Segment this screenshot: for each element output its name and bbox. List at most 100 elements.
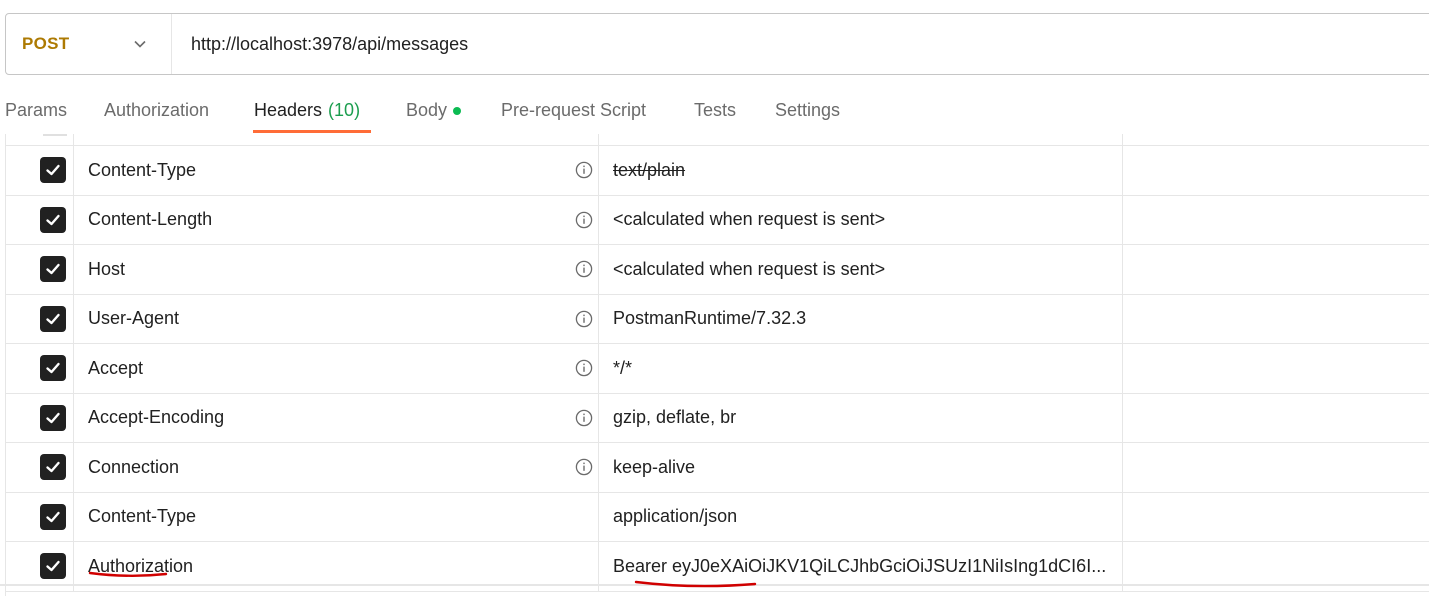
header-key-cell[interactable]: Connection xyxy=(74,443,599,492)
check-icon xyxy=(46,313,60,324)
check-icon xyxy=(46,511,60,522)
annotation-underline-key xyxy=(88,571,168,577)
header-value-cell[interactable]: */* xyxy=(599,344,1123,393)
header-key: Connection xyxy=(88,456,180,477)
header-enabled-checkbox[interactable] xyxy=(40,503,66,530)
info-icon[interactable] xyxy=(575,409,593,427)
request-url-bar: POST http://localhost:3978/api/messages xyxy=(5,13,1429,75)
header-key-cell[interactable]: Content-Type xyxy=(74,492,599,541)
tab-label: Params xyxy=(5,100,68,120)
header-key-cell[interactable]: Accept xyxy=(74,344,599,393)
table-row: Accept-Encoding gzip, deflate, br xyxy=(6,393,1429,443)
header-value: */* xyxy=(613,357,633,378)
info-icon[interactable] xyxy=(575,211,593,229)
tab-label: Pre-request Script xyxy=(501,100,647,120)
check-icon xyxy=(46,264,60,275)
header-value-cell[interactable]: gzip, deflate, br xyxy=(599,393,1123,442)
header-description-cell[interactable] xyxy=(1123,245,1429,294)
tab-tests[interactable]: Tests xyxy=(694,100,736,121)
request-tabs: Params Authorization Headers (10) Body P… xyxy=(0,86,1429,134)
header-key: Content-Length xyxy=(88,209,213,230)
tab-label: Tests xyxy=(694,100,737,120)
header-enabled-checkbox[interactable] xyxy=(40,305,66,332)
table-row: Accept */* xyxy=(6,344,1429,394)
tab-params[interactable]: Params xyxy=(5,100,67,121)
header-description-cell[interactable] xyxy=(1123,344,1429,393)
header-enabled-checkbox[interactable] xyxy=(40,404,66,431)
tab-headers[interactable]: Headers (10) xyxy=(254,100,360,121)
header-key: Accept-Encoding xyxy=(88,407,225,428)
header-enabled-checkbox[interactable] xyxy=(40,206,66,233)
tab-body[interactable]: Body xyxy=(406,100,462,121)
header-key-cell[interactable]: Content-Type xyxy=(74,146,599,195)
header-value-cell[interactable]: PostmanRuntime/7.32.3 xyxy=(599,294,1123,343)
url-input[interactable]: http://localhost:3978/api/messages xyxy=(172,34,468,55)
header-description-cell[interactable] xyxy=(1123,443,1429,492)
table-row: Content-Type application/json xyxy=(6,492,1429,542)
check-icon xyxy=(46,363,60,374)
table-row: Content-Length <calculated when request i… xyxy=(6,195,1429,245)
info-icon[interactable] xyxy=(575,359,593,377)
table-row: Host <calculated when request is sent> xyxy=(6,245,1429,295)
header-value-cell[interactable]: text/plain xyxy=(599,146,1123,195)
header-enabled-checkbox[interactable] xyxy=(40,355,66,382)
header-value: gzip, deflate, br xyxy=(613,407,737,428)
header-value-cell[interactable]: <calculated when request is sent> xyxy=(599,245,1123,294)
table-row: Content-Type text/plain xyxy=(6,146,1429,196)
header-key: Host xyxy=(88,258,126,279)
row-checkbox-cell xyxy=(6,146,74,195)
row-checkbox-cell xyxy=(6,393,74,442)
header-description-cell[interactable] xyxy=(1123,146,1429,195)
tab-label: Settings xyxy=(775,100,841,120)
tab-settings[interactable]: Settings xyxy=(775,100,840,121)
row-checkbox-cell xyxy=(6,443,74,492)
header-key-cell[interactable]: Host xyxy=(74,245,599,294)
header-enabled-checkbox[interactable] xyxy=(40,256,66,283)
header-description-cell[interactable] xyxy=(1123,196,1429,245)
header-description-cell[interactable] xyxy=(1123,394,1429,443)
table-row: Connection keep-alive xyxy=(6,443,1429,493)
header-description-cell[interactable] xyxy=(1123,493,1429,542)
header-key-cell[interactable]: User-Agent xyxy=(74,294,599,343)
info-icon[interactable] xyxy=(575,458,593,476)
header-value: text/plain xyxy=(613,159,686,180)
header-key: Content-Type xyxy=(88,159,197,180)
header-description-cell[interactable] xyxy=(1123,295,1429,344)
headers-count-badge: (10) xyxy=(328,100,361,120)
check-icon xyxy=(46,412,60,423)
info-icon[interactable] xyxy=(575,310,593,328)
header-key: Accept xyxy=(88,357,144,378)
tab-authorization[interactable]: Authorization xyxy=(104,100,209,121)
check-icon xyxy=(46,462,60,473)
header-key-cell[interactable]: Accept-Encoding xyxy=(74,393,599,442)
header-value-cell[interactable]: <calculated when request is sent> xyxy=(599,195,1123,244)
row-checkbox-cell xyxy=(6,245,74,294)
header-value-cell[interactable]: keep-alive xyxy=(599,443,1123,492)
method-label: POST xyxy=(22,34,70,53)
headers-table: Content-Type text/plain Content-Length <cal… xyxy=(5,134,1429,596)
header-enabled-checkbox[interactable] xyxy=(40,157,66,184)
header-value-cell[interactable]: application/json xyxy=(599,492,1123,541)
tab-pre-request-script[interactable]: Pre-request Script xyxy=(501,100,646,121)
chevron-down-icon xyxy=(133,37,147,51)
tab-label: Authorization xyxy=(104,100,210,120)
header-value: <calculated when request is sent> xyxy=(613,258,886,279)
tab-label: Body xyxy=(406,100,448,120)
header-value: keep-alive xyxy=(613,456,696,477)
header-key-cell[interactable]: Content-Length xyxy=(74,195,599,244)
active-tab-underline xyxy=(253,130,371,133)
header-enabled-checkbox[interactable] xyxy=(40,553,66,580)
body-indicator-dot xyxy=(453,106,462,115)
check-icon xyxy=(46,561,60,572)
method-select[interactable]: POST xyxy=(6,14,172,74)
row-checkbox-cell xyxy=(6,195,74,244)
row-checkbox-cell xyxy=(6,492,74,541)
header-enabled-checkbox[interactable] xyxy=(40,454,66,481)
table-row: User-Agent PostmanRuntime/7.32.3 xyxy=(6,294,1429,344)
annotation-underline-value xyxy=(634,580,757,588)
header-value: PostmanRuntime/7.32.3 xyxy=(613,308,807,329)
info-icon[interactable] xyxy=(575,260,593,278)
check-icon xyxy=(46,165,60,176)
header-value: <calculated when request is sent> xyxy=(613,209,886,230)
info-icon[interactable] xyxy=(575,161,593,179)
